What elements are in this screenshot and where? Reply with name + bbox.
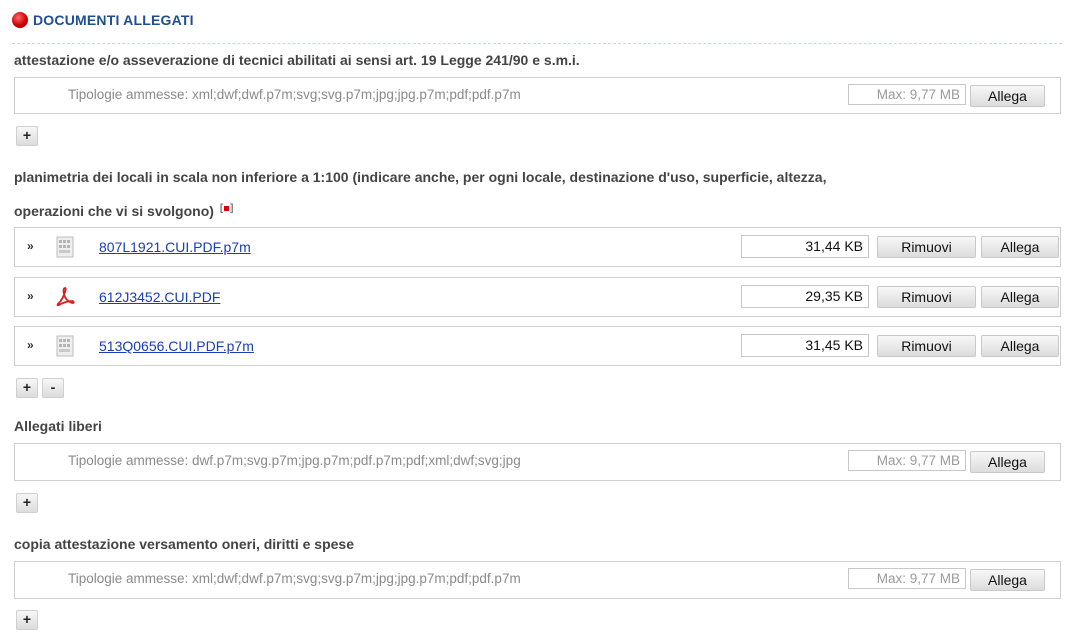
allowed-types: Tipologie ammesse: xml;dwf;dwf.p7m;svg;s…: [68, 571, 521, 586]
add-button[interactable]: +: [16, 493, 38, 513]
signed-file-icon: [56, 236, 74, 258]
allowed-types: Tipologie ammesse: xml;dwf;dwf.p7m;svg;s…: [68, 87, 521, 102]
group-label-copia-attestazione: copia attestazione versamento oneri, dir…: [14, 536, 354, 552]
group-label-planimetria: planimetria dei locali in scala non infe…: [14, 169, 827, 185]
signed-file-icon: [56, 335, 74, 357]
allowed-types: Tipologie ammesse: dwf.p7m;svg.p7m;jpg.p…: [68, 453, 521, 468]
file-row: » 513Q0656.CUI.PDF.p7m 31,45 KB Rimuovi …: [14, 326, 1061, 366]
attach-button[interactable]: Allega: [981, 335, 1059, 357]
file-link[interactable]: 513Q0656.CUI.PDF.p7m: [99, 338, 254, 354]
max-size: Max: 9,77 MB: [848, 568, 966, 589]
remove-group-button[interactable]: -: [42, 378, 64, 398]
remove-button[interactable]: Rimuovi: [877, 335, 976, 357]
remove-button[interactable]: Rimuovi: [877, 286, 976, 308]
max-size: Max: 9,77 MB: [848, 450, 966, 471]
add-button[interactable]: +: [16, 378, 38, 398]
max-size: Max: 9,77 MB: [848, 84, 966, 105]
file-row: » 612J3452.CUI.PDF 29,35 KB Rimuovi Alle…: [14, 277, 1061, 317]
upload-box-allegati-liberi: Tipologie ammesse: dwf.p7m;svg.p7m;jpg.p…: [14, 443, 1061, 481]
upload-box-attestazione: Tipologie ammesse: xml;dwf;dwf.p7m;svg;s…: [14, 77, 1061, 114]
section-title: DOCUMENTI ALLEGATI: [33, 12, 194, 28]
expand-chevron-icon[interactable]: »: [27, 289, 34, 303]
file-size: 29,35 KB: [741, 285, 869, 308]
add-button[interactable]: +: [16, 610, 38, 630]
section-header: DOCUMENTI ALLEGATI: [12, 9, 1062, 44]
red-status-icon: [12, 12, 28, 28]
file-link[interactable]: 807L1921.CUI.PDF.p7m: [99, 239, 251, 255]
remove-button[interactable]: Rimuovi: [877, 236, 976, 258]
attach-button[interactable]: Allega: [970, 569, 1045, 591]
attach-button[interactable]: Allega: [970, 85, 1045, 107]
file-row: » 807L1921.CUI.PDF.p7m 31,44 KB Rimuovi …: [14, 227, 1061, 267]
expand-chevron-icon[interactable]: »: [27, 338, 34, 352]
file-size: 31,45 KB: [741, 334, 869, 357]
expand-chevron-icon[interactable]: »: [27, 239, 34, 253]
group-label-planimetria-line2: operazioni che vi si svolgono): [14, 203, 214, 219]
upload-box-copia-attestazione: Tipologie ammesse: xml;dwf;dwf.p7m;svg;s…: [14, 561, 1061, 599]
attach-button[interactable]: Allega: [981, 236, 1059, 258]
required-marker-icon: []: [219, 203, 234, 214]
file-link[interactable]: 612J3452.CUI.PDF: [99, 289, 220, 305]
add-button[interactable]: +: [16, 126, 38, 146]
pdf-icon: [56, 287, 75, 307]
file-size: 31,44 KB: [741, 235, 869, 258]
group-label-allegati-liberi: Allegati liberi: [14, 418, 102, 434]
group-label-attestazione: attestazione e/o asseverazione di tecnic…: [14, 52, 580, 68]
attach-button[interactable]: Allega: [981, 286, 1059, 308]
group-label-planimetria-cont: operazioni che vi si svolgono) []: [14, 203, 234, 219]
attach-button[interactable]: Allega: [970, 451, 1045, 473]
